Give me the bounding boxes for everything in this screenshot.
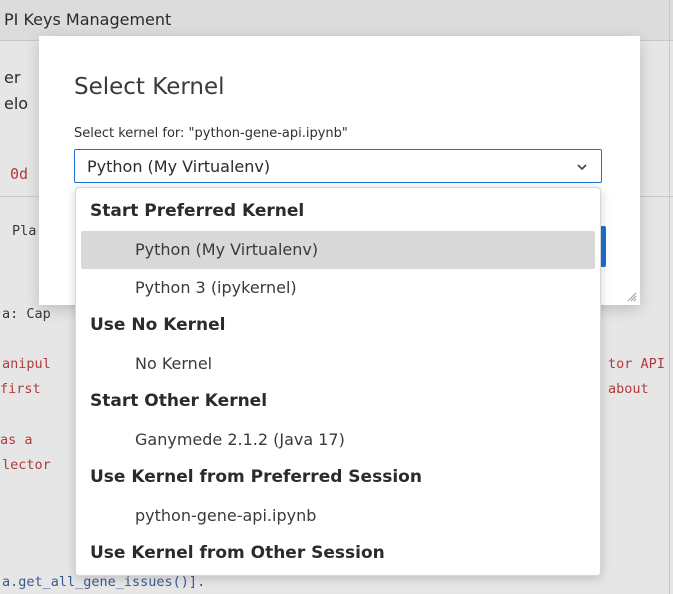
notebook-header-text: PI Keys Management	[4, 10, 172, 29]
dropdown-option[interactable]: python-gene-api.ipynb	[76, 497, 600, 535]
resize-handle-icon[interactable]	[625, 290, 637, 302]
dropdown-group-header: Use Kernel from Preferred Session	[76, 459, 600, 497]
dropdown-group-header: Use No Kernel	[76, 307, 600, 345]
code-fragment: Pla	[12, 223, 37, 239]
notebook-text-line: elo	[4, 94, 29, 113]
option-label: No Kernel	[135, 354, 213, 373]
dropdown-group-header: Start Other Kernel	[76, 383, 600, 421]
dropdown-option[interactable]: No Kernel	[76, 345, 600, 383]
code-fragment: a.get_all_gene_issues()].	[2, 574, 206, 590]
code-fragment: lector	[2, 457, 51, 473]
notebook-text-line: er	[4, 68, 21, 87]
kernel-select[interactable]: Python (My Virtualenv)	[74, 149, 602, 183]
option-label: Python (My Virtualenv)	[135, 240, 319, 259]
code-fragment: 0d	[10, 165, 29, 183]
code-fragment: about	[608, 381, 649, 397]
kernel-select-label: Select kernel for: "python-gene-api.ipyn…	[74, 126, 348, 141]
group-label: Use Kernel from Preferred Session	[90, 467, 422, 487]
dropdown-option[interactable]: Ganymede 2.1.2 (Java 17)	[76, 421, 600, 459]
chevron-down-icon	[577, 164, 587, 171]
code-fragment: first	[0, 381, 41, 397]
option-label: Python 3 (ipykernel)	[135, 278, 297, 297]
group-label: Start Other Kernel	[90, 391, 268, 411]
dropdown-group-header: Use Kernel from Other Session	[76, 535, 600, 573]
group-label: Use No Kernel	[90, 315, 226, 335]
dropdown-group-header: Start Preferred Kernel	[76, 193, 600, 231]
panel-border	[669, 0, 670, 594]
code-fragment: anipul	[2, 356, 51, 372]
dropdown-option[interactable]: Python 3 (ipykernel)	[76, 269, 600, 307]
dialog-title: Select Kernel	[74, 74, 225, 100]
group-label: Start Preferred Kernel	[90, 201, 305, 221]
code-fragment: as a	[0, 432, 33, 448]
group-label: Use Kernel from Other Session	[90, 543, 385, 563]
option-label: Ganymede 2.1.2 (Java 17)	[135, 430, 345, 449]
kernel-dropdown-list: Start Preferred Kernel Python (My Virtua…	[75, 187, 601, 576]
code-fragment: a: Cap	[2, 306, 51, 322]
code-fragment: tor API	[608, 356, 665, 372]
kernel-select-value: Python (My Virtualenv)	[87, 157, 271, 176]
option-label: python-gene-api.ipynb	[135, 506, 317, 525]
dropdown-option-selected[interactable]: Python (My Virtualenv)	[81, 231, 595, 269]
